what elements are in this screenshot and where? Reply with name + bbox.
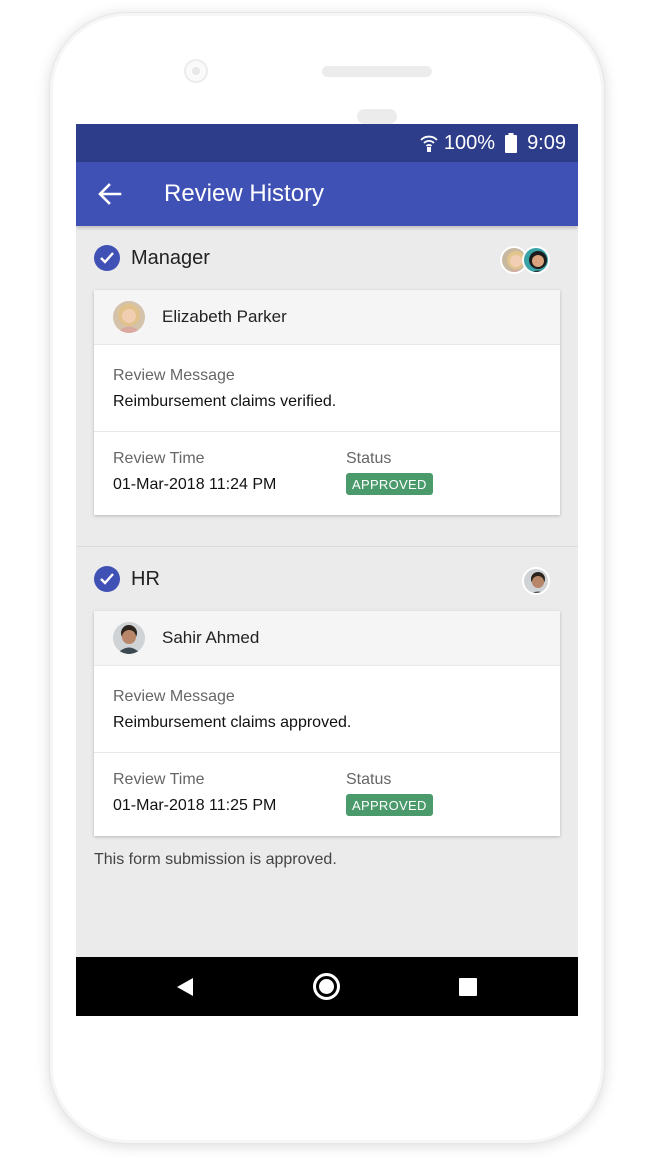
- review-time: 01-Mar-2018 11:25 PM: [113, 797, 277, 814]
- status-badge: APPROVED: [346, 794, 433, 816]
- review-message-block: Review Message Reimbursement claims appr…: [94, 666, 560, 753]
- reviewer-name: Elizabeth Parker: [162, 307, 287, 326]
- reviewer-row: Elizabeth Parker: [94, 290, 560, 345]
- review-stage-hr: HR Sahir Ahmed Review Message Reimbursem…: [76, 547, 578, 836]
- status-block: Status APPROVED: [346, 450, 433, 495]
- nav-home-icon[interactable]: [313, 973, 340, 1000]
- avatar: [113, 622, 145, 654]
- avatar: [113, 301, 145, 333]
- avatar: [522, 567, 550, 595]
- review-message-block: Review Message Reimbursement claims veri…: [94, 345, 560, 432]
- battery-icon: [505, 133, 518, 153]
- check-circle-icon: [94, 566, 120, 592]
- stage-header: HR: [94, 547, 560, 611]
- status-block: Status APPROVED: [346, 771, 433, 816]
- nav-back-icon[interactable]: [176, 977, 194, 1002]
- nav-recents-icon[interactable]: [459, 978, 477, 996]
- review-message: Reimbursement claims verified.: [113, 393, 337, 410]
- stage-avatars: [522, 567, 550, 595]
- system-nav-bar: [76, 957, 578, 1016]
- stage-avatars: [500, 246, 550, 274]
- stage-title: HR: [131, 567, 160, 590]
- review-time-label: Review Time: [113, 450, 205, 467]
- check-circle-icon: [94, 245, 120, 271]
- arrow-back-icon[interactable]: [98, 180, 124, 208]
- review-meta: Review Time 01-Mar-2018 11:25 PM Status …: [94, 753, 560, 836]
- status-label: Status: [346, 771, 392, 788]
- avatar: [522, 246, 550, 274]
- status-bar: 100% 9:09: [76, 124, 578, 162]
- review-stage-manager: Manager Elizabeth Parker Review Message …: [76, 226, 578, 515]
- clock: 9:09: [527, 131, 566, 154]
- front-camera: [184, 59, 208, 83]
- review-time-block: Review Time 01-Mar-2018 11:25 PM: [113, 771, 346, 816]
- stage-title: Manager: [131, 246, 210, 269]
- review-time-label: Review Time: [113, 771, 205, 788]
- status-label: Status: [346, 450, 392, 467]
- review-time: 01-Mar-2018 11:24 PM: [113, 476, 277, 493]
- reviewer-name: Sahir Ahmed: [162, 628, 260, 647]
- submission-status-note: This form submission is approved.: [94, 851, 337, 868]
- stage-header: Manager: [94, 226, 560, 290]
- review-message-label: Review Message: [113, 367, 235, 384]
- status-badge: APPROVED: [346, 473, 433, 495]
- review-card: Elizabeth Parker Review Message Reimburs…: [94, 290, 560, 515]
- wifi-icon: [420, 133, 438, 153]
- review-message-label: Review Message: [113, 688, 235, 705]
- page-title: Review History: [164, 180, 325, 207]
- review-message: Reimbursement claims approved.: [113, 714, 352, 731]
- review-time-block: Review Time 01-Mar-2018 11:24 PM: [113, 450, 346, 495]
- proximity-sensor: [357, 109, 397, 124]
- app-screen: 100% 9:09 Review History Manager Elizabe…: [76, 124, 578, 1016]
- review-meta: Review Time 01-Mar-2018 11:24 PM Status …: [94, 432, 560, 515]
- app-bar: Review History: [76, 162, 578, 226]
- review-card: Sahir Ahmed Review Message Reimbursement…: [94, 611, 560, 836]
- battery-percent: 100%: [443, 131, 496, 154]
- reviewer-row: Sahir Ahmed: [94, 611, 560, 666]
- earpiece-speaker: [322, 66, 432, 77]
